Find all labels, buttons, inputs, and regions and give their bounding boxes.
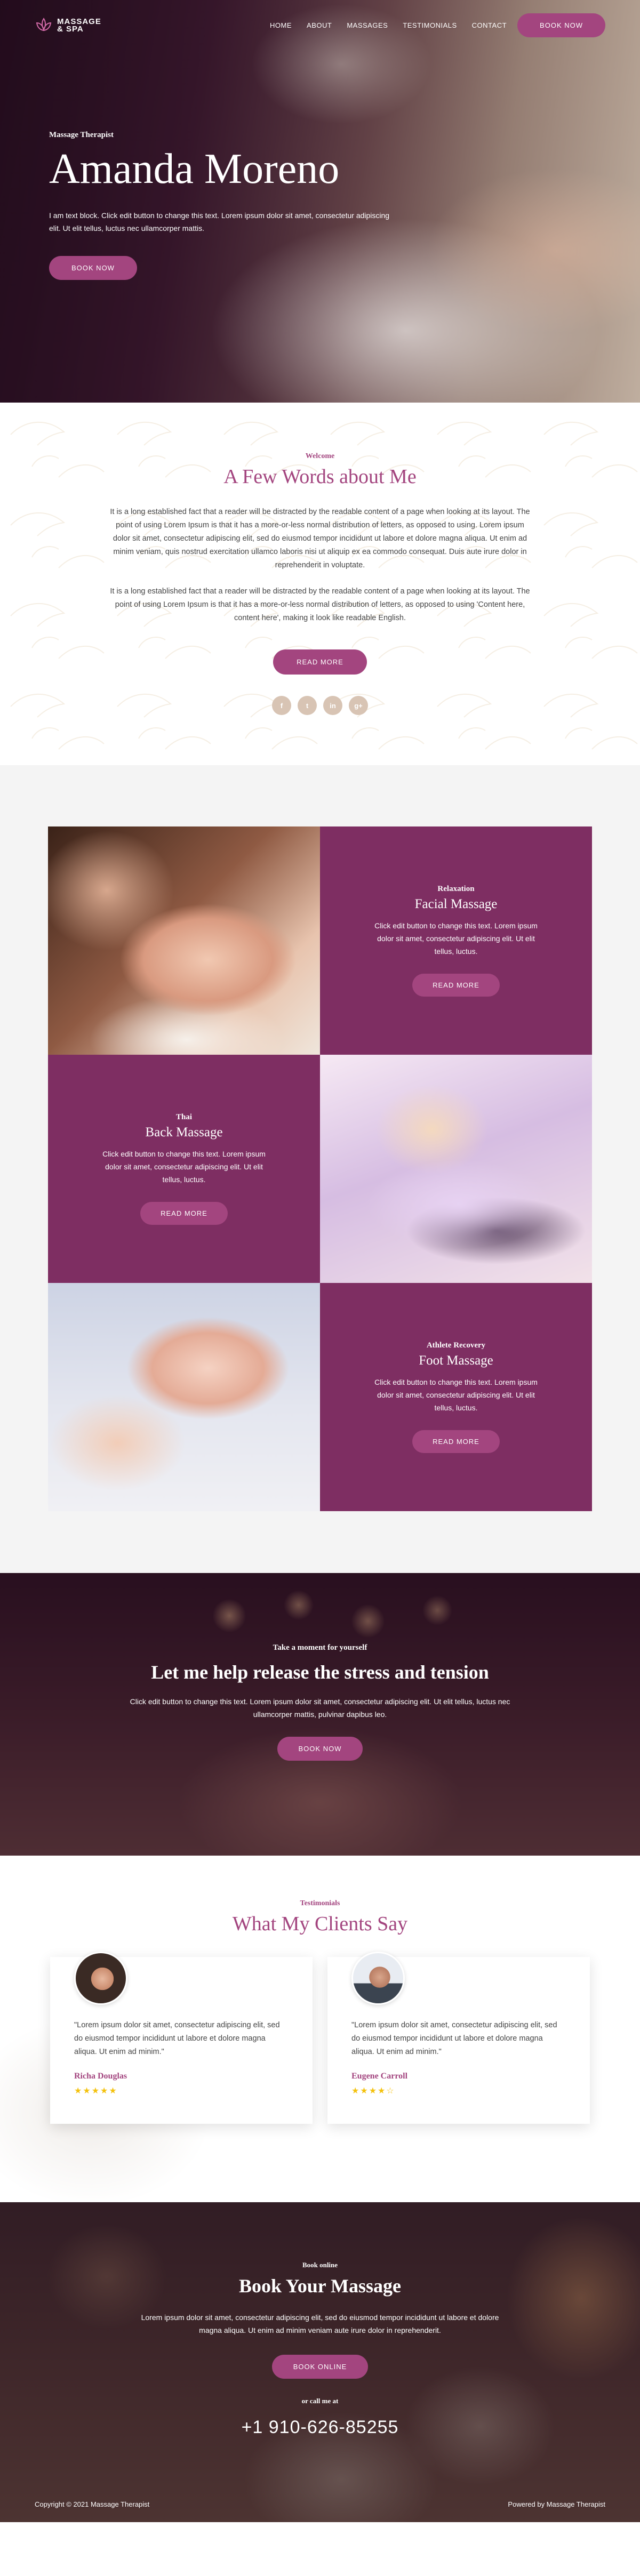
about-read-more-button[interactable]: READ MORE — [273, 649, 367, 675]
call-label: or call me at — [301, 2397, 339, 2405]
twitter-icon[interactable]: t — [298, 696, 317, 715]
hero-title: Amanda Moreno — [49, 146, 340, 192]
service-text: Click edit button to change this text. L… — [102, 1150, 266, 1184]
hero-eyebrow: Massage Therapist — [49, 131, 114, 139]
hero-text: I am text block. Click edit button to ch… — [49, 211, 390, 232]
lotus-logo-icon — [36, 17, 52, 31]
phone-number[interactable]: +1 910-626-85255 — [133, 2417, 507, 2438]
service-card-facial: Relaxation Facial Massage Click edit but… — [320, 826, 592, 1055]
nav-home[interactable]: HOME — [270, 21, 292, 29]
about-eyebrow: Welcome — [305, 452, 335, 460]
top-navigation: MASSAGE & SPA HOME ABOUT MASSAGES TESTIM… — [0, 0, 640, 51]
hero-section: MASSAGE & SPA HOME ABOUT MASSAGES TESTIM… — [0, 0, 640, 403]
services-grid: Relaxation Facial Massage Click edit but… — [48, 826, 592, 1511]
book-online-button[interactable]: BOOK ONLINE — [271, 2355, 369, 2379]
about-paragraph-1: It is a long established fact that a rea… — [110, 508, 530, 569]
book-title: Book Your Massage — [238, 2275, 402, 2297]
book-content: Book online Book Your Massage Lorem ipsu… — [133, 2202, 507, 2438]
facial-read-more-button[interactable]: READ MORE — [412, 974, 500, 997]
testimonials-title: What My Clients Say — [232, 1913, 408, 1935]
google-plus-icon[interactable]: g+ — [349, 696, 368, 715]
avatar — [74, 1952, 127, 2005]
about-title: A Few Words about Me — [223, 466, 417, 488]
foot-read-more-button[interactable]: READ MORE — [412, 1430, 500, 1453]
linkedin-icon[interactable]: in — [323, 696, 342, 715]
book-section: Book online Book Your Massage Lorem ipsu… — [0, 2202, 640, 2522]
footer: Copyright © 2021 Massage Therapist Power… — [35, 2500, 605, 2508]
facial-massage-photo — [48, 826, 320, 1055]
brand-logo[interactable]: MASSAGE & SPA — [35, 17, 101, 35]
testimonial-author: Richa Douglas — [74, 2072, 127, 2081]
star-rating: ★★★★☆ — [351, 2087, 395, 2096]
stress-book-now-button[interactable]: BOOK NOW — [277, 1737, 363, 1761]
service-eyebrow: Thai — [175, 1113, 192, 1121]
hero-content: Massage Therapist Amanda Moreno I am tex… — [49, 131, 390, 280]
facebook-icon[interactable]: f — [272, 696, 291, 715]
testimonials-eyebrow: Testimonials — [300, 1899, 340, 1907]
star-rating: ★★★★★ — [74, 2087, 118, 2096]
testimonial-cards: "Lorem ipsum dolor sit amet, consectetur… — [0, 1952, 640, 2124]
service-eyebrow: Relaxation — [437, 885, 475, 893]
back-read-more-button[interactable]: READ MORE — [140, 1202, 228, 1225]
service-title: Facial Massage — [414, 897, 498, 911]
back-massage-photo — [320, 1055, 592, 1283]
nav-contact[interactable]: CONTACT — [472, 21, 507, 29]
nav-massages[interactable]: MASSAGES — [347, 21, 388, 29]
book-text: Lorem ipsum dolor sit amet, consectetur … — [141, 2313, 499, 2334]
testimonial-quote: "Lorem ipsum dolor sit amet, consectetur… — [351, 2021, 557, 2056]
testimonial-card: "Lorem ipsum dolor sit amet, consectetur… — [327, 1952, 590, 2124]
hero-book-now-button[interactable]: BOOK NOW — [49, 256, 137, 280]
avatar — [351, 1952, 405, 2005]
stress-content: Take a moment for yourself Let me help r… — [112, 1573, 528, 1761]
service-card-back: Thai Back Massage Click edit button to c… — [48, 1055, 320, 1283]
foot-massage-photo — [48, 1283, 320, 1511]
brand-name: MASSAGE & SPA — [57, 18, 101, 33]
nav-book-now-button[interactable]: BOOK NOW — [517, 13, 605, 37]
services-section: Relaxation Facial Massage Click edit but… — [0, 765, 640, 1573]
service-text: Click edit button to change this text. L… — [374, 1378, 538, 1412]
testimonials-section: Testimonials What My Clients Say "Lorem … — [0, 1856, 640, 2202]
book-eyebrow: Book online — [302, 2261, 338, 2269]
testimonial-quote: "Lorem ipsum dolor sit amet, consectetur… — [74, 2021, 280, 2056]
testimonial-author: Eugene Carroll — [351, 2072, 408, 2081]
about-content: Welcome A Few Words about Me It is a lon… — [109, 452, 531, 715]
main-menu: HOME ABOUT MASSAGES TESTIMONIALS CONTACT — [270, 21, 507, 29]
service-title: Foot Massage — [419, 1353, 493, 1368]
testimonial-card: "Lorem ipsum dolor sit amet, consectetur… — [50, 1952, 313, 2124]
about-section: Welcome A Few Words about Me It is a lon… — [0, 403, 640, 765]
service-text: Click edit button to change this text. L… — [374, 921, 538, 956]
stress-text: Click edit button to change this text. L… — [130, 1697, 510, 1719]
nav-about[interactable]: ABOUT — [307, 21, 332, 29]
nav-testimonials[interactable]: TESTIMONIALS — [403, 21, 457, 29]
stress-title: Let me help release the stress and tensi… — [151, 1662, 489, 1683]
copyright-text: Copyright © 2021 Massage Therapist — [35, 2500, 150, 2508]
about-paragraph-2: It is a long established fact that a rea… — [110, 587, 530, 622]
social-links: f t in g+ — [109, 696, 531, 715]
stress-relief-section: Take a moment for yourself Let me help r… — [0, 1573, 640, 1856]
powered-by-text: Powered by Massage Therapist — [508, 2500, 605, 2508]
service-title: Back Massage — [145, 1125, 223, 1139]
service-card-foot: Athlete Recovery Foot Massage Click edit… — [320, 1283, 592, 1511]
brand-line-2: & SPA — [57, 24, 84, 34]
service-eyebrow: Athlete Recovery — [426, 1341, 486, 1350]
stress-eyebrow: Take a moment for yourself — [273, 1643, 367, 1652]
